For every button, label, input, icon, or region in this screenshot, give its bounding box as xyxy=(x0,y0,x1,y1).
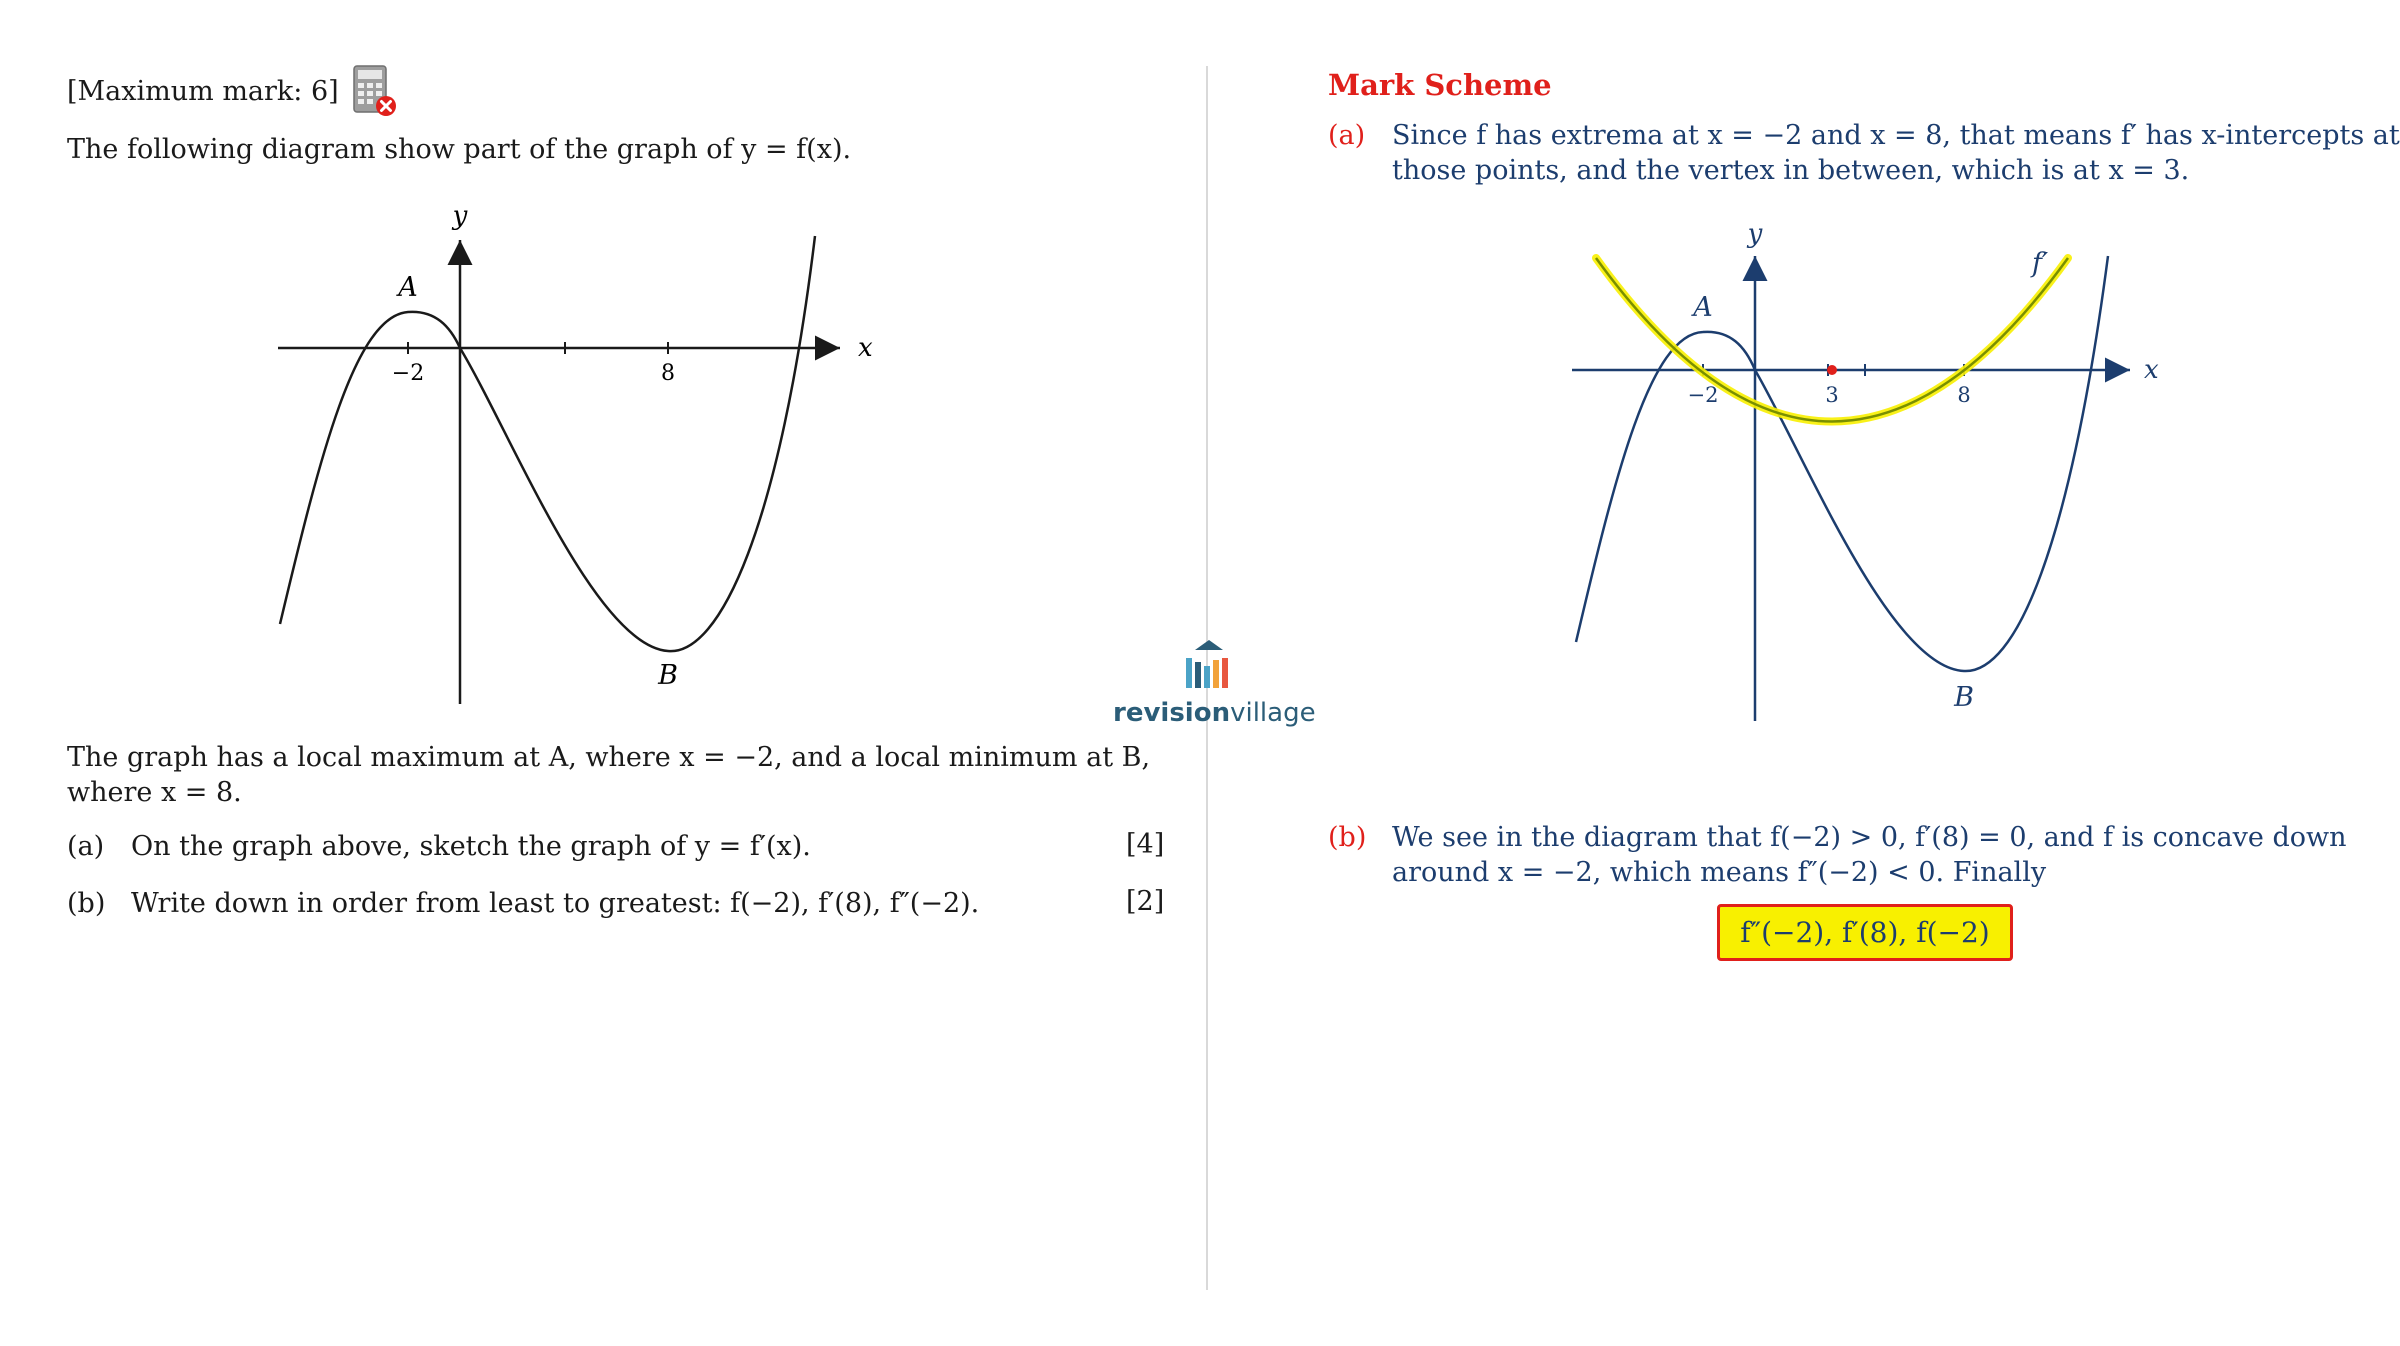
part-a-label: (a) xyxy=(67,831,105,862)
part-a-text: On the graph above, sketch the graph of … xyxy=(131,831,811,862)
ms-part-a: (a) Since f has extrema at x = −2 and x … xyxy=(1328,118,2400,188)
point-label-A: A xyxy=(395,272,418,303)
tick-label-3: 3 xyxy=(1825,383,1838,407)
function-curve-f xyxy=(1574,255,2110,673)
part-b-label: (b) xyxy=(67,888,106,919)
ms-part-b: (b) We see in the diagram that f(−2) > 0… xyxy=(1328,820,2358,890)
ms-part-b-line1: We see in the diagram that f(−2) > 0, f′… xyxy=(1392,822,2347,853)
x-axis-label: x xyxy=(2144,355,2159,385)
y-axis-label: y xyxy=(1747,219,1763,249)
point-label-B: B xyxy=(1953,682,1974,713)
function-curve-f xyxy=(278,235,817,653)
x-axis-label: x xyxy=(858,333,873,363)
revision-village-logo-icon xyxy=(1186,640,1228,688)
revision-village-logo: revisionvillage xyxy=(1113,636,1316,736)
mark-scheme-graph: −2 3 8 x y A B f′ xyxy=(1572,219,2159,721)
part-a-marks: [4] xyxy=(1126,829,1165,860)
derivative-label: f′ xyxy=(2030,248,2048,279)
ms-part-b-label: (b) xyxy=(1328,822,1367,853)
max-mark: [Maximum mark: 6] xyxy=(67,76,339,107)
worksheet-page: [Maximum mark: 6] The following diagram … xyxy=(0,0,2400,1346)
tick-label-8: 8 xyxy=(1957,383,1970,407)
ms-part-a-line2: those points, and the vertex in between,… xyxy=(1392,155,2190,186)
y-axis-label: y xyxy=(452,201,468,231)
ms-part-b-line2: around x = −2, which means f″(−2) < 0. F… xyxy=(1392,857,2047,888)
tick-label-neg2: −2 xyxy=(1688,383,1719,407)
ms-part-a-label: (a) xyxy=(1328,120,1366,151)
mark-scheme-title: Mark Scheme xyxy=(1328,68,1552,102)
final-answer-box: f″(−2), f′(8), f(−2) xyxy=(1717,904,2013,961)
vertex-point xyxy=(1827,365,1837,375)
question-intro: The following diagram show part of the g… xyxy=(67,134,852,165)
question-description-line1: The graph has a local maximum at A, wher… xyxy=(67,742,1151,773)
part-b-marks: [2] xyxy=(1126,886,1165,917)
part-b-text: Write down in order from least to greate… xyxy=(131,888,980,919)
tick-label-8: 8 xyxy=(661,361,675,386)
question-graph: −2 8 x y A B xyxy=(278,201,873,704)
point-label-B: B xyxy=(657,660,678,691)
question-description-line2: where x = 8. xyxy=(67,777,242,808)
ms-part-a-line1: Since f has extrema at x = −2 and x = 8,… xyxy=(1392,120,2400,151)
revision-village-logo-text: revisionvillage xyxy=(1113,698,1316,728)
tick-label-neg2: −2 xyxy=(392,361,424,386)
calculator-disallowed-icon xyxy=(353,65,396,116)
point-label-A: A xyxy=(1690,292,1713,323)
